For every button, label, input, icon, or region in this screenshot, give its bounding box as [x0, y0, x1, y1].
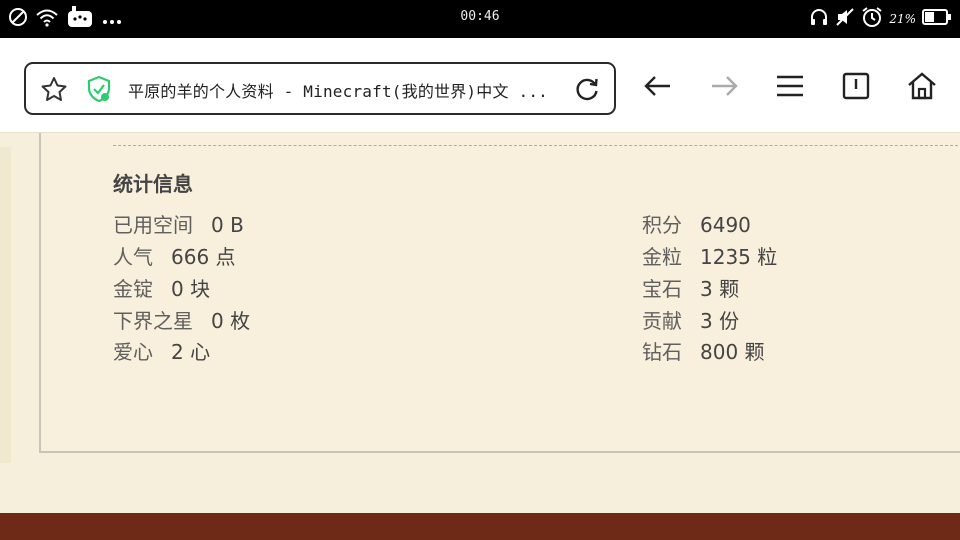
stat-label: 下界之星 — [113, 309, 193, 333]
stat-label: 人气 — [113, 245, 153, 269]
dashed-divider — [113, 145, 960, 146]
shield-check-icon[interactable] — [86, 75, 112, 107]
profile-stats-card: 统计信息 已用空间 0 B 人气 666 点 金锭 0 块 下界之星 0 枚 爱心 2 心… — [39, 133, 960, 453]
stat-label: 贡献 — [642, 309, 682, 333]
stat-nether-star: 下界之星 0 枚 — [113, 305, 250, 334]
stat-value: 1235 粒 — [700, 245, 778, 269]
stat-label: 积分 — [642, 213, 682, 237]
home-button[interactable] — [902, 68, 942, 108]
url-text[interactable]: 平原的羊的个人资料 - Minecraft(我的世界)中文 ... — [128, 78, 558, 102]
stat-value: 0 枚 — [211, 309, 251, 333]
stat-label: 金锭 — [113, 277, 153, 301]
tab-switcher-icon[interactable] — [842, 72, 870, 104]
battery-icon — [922, 8, 952, 30]
headphones-icon — [809, 7, 829, 31]
address-bar[interactable]: 平原的羊的个人资料 - Minecraft(我的世界)中文 ... — [24, 62, 616, 115]
status-bar: 00:46 21% — [0, 0, 960, 38]
stat-hearts: 爱心 2 心 — [113, 336, 210, 365]
stat-gold-ingot: 金锭 0 块 — [113, 273, 210, 302]
stat-value: 3 颗 — [700, 277, 740, 301]
stat-value: 2 心 — [171, 340, 211, 364]
reload-icon[interactable] — [574, 76, 600, 106]
stat-value: 6490 — [700, 213, 751, 237]
stat-label: 爱心 — [113, 340, 153, 364]
stat-gold-nugget: 金粒 1235 粒 — [642, 241, 777, 270]
stat-gems: 宝石 3 颗 — [642, 273, 739, 302]
browser-toolbar: 平原的羊的个人资料 - Minecraft(我的世界)中文 ... — [0, 38, 960, 133]
tabs-button[interactable] — [836, 68, 876, 108]
menu-button[interactable] — [770, 68, 810, 108]
hamburger-menu-icon[interactable] — [776, 75, 804, 101]
page-footer — [0, 513, 960, 540]
stat-value: 666 点 — [171, 245, 236, 269]
stat-label: 已用空间 — [113, 213, 193, 237]
forward-button[interactable] — [704, 68, 744, 108]
stats-heading: 统计信息 — [113, 172, 193, 196]
stat-label: 钻石 — [642, 340, 682, 364]
alarm-icon — [861, 6, 883, 32]
left-edge-panel — [0, 147, 11, 463]
stat-popularity: 人气 666 点 — [113, 241, 236, 270]
battery-percent: 21% — [889, 12, 916, 26]
stat-value: 3 份 — [700, 309, 740, 333]
back-button[interactable] — [638, 68, 678, 108]
stat-value: 0 块 — [171, 277, 211, 301]
arrow-right-icon[interactable] — [709, 74, 739, 102]
stat-points: 积分 6490 — [642, 209, 751, 238]
stat-value: 800 颗 — [700, 340, 765, 364]
stat-label: 宝石 — [642, 277, 682, 301]
arrow-left-icon[interactable] — [643, 74, 673, 102]
page-content: 统计信息 已用空间 0 B 人气 666 点 金锭 0 块 下界之星 0 枚 爱心 2 心… — [0, 133, 960, 513]
stat-label: 金粒 — [642, 245, 682, 269]
star-icon[interactable] — [40, 76, 68, 106]
mute-icon — [835, 7, 855, 31]
status-bar-right: 21% — [809, 7, 952, 31]
stat-value: 0 B — [211, 213, 244, 237]
stat-diamonds: 钻石 800 颗 — [642, 336, 765, 365]
stat-used-space: 已用空间 0 B — [113, 209, 244, 238]
home-icon[interactable] — [906, 71, 938, 105]
stat-contribution: 贡献 3 份 — [642, 305, 739, 334]
